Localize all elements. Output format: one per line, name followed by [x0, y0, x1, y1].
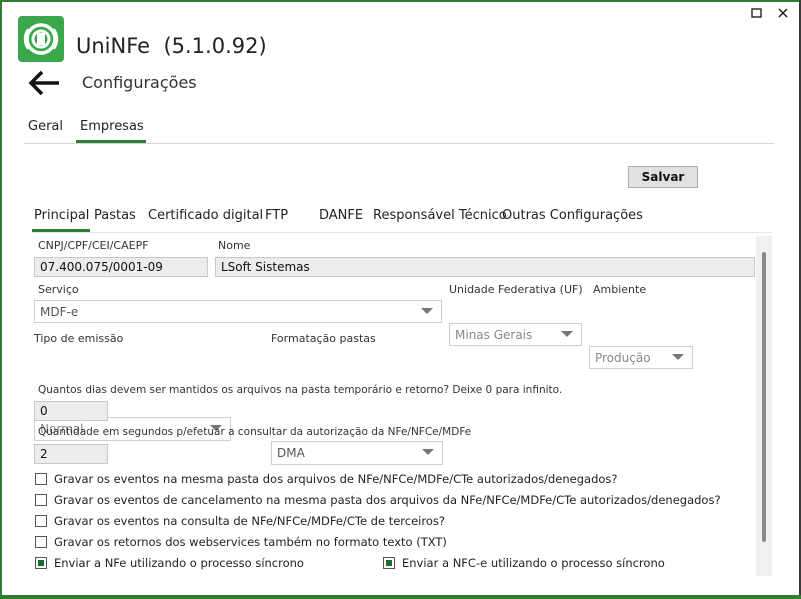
subtab-divider [32, 232, 772, 233]
window-border-bottom [0, 595, 801, 599]
page-title: Configurações [82, 73, 197, 92]
app-logo [18, 16, 64, 62]
checkbox-retornos-txt[interactable] [35, 536, 47, 548]
checkbox-label: Gravar os eventos na consulta de NFe/NFC… [54, 514, 445, 528]
checkbox-label: Gravar os retornos dos webservices també… [54, 535, 447, 549]
cnpj-label: CNPJ/CPF/CEI/CAEPF [38, 239, 149, 252]
uf-label: Unidade Federativa (UF) [449, 283, 583, 296]
cnpj-field[interactable]: 07.400.075/0001-09 [34, 257, 208, 277]
servico-select[interactable]: MDF-e [34, 300, 442, 323]
uninfe-logo-icon [23, 23, 59, 55]
close-icon [778, 8, 788, 18]
subtab-danfe[interactable]: DANFE [319, 208, 363, 223]
app-title: UniNFe (5.1.0.92) [76, 34, 267, 58]
subtab-certificado[interactable]: Certificado digital [148, 208, 263, 223]
chevron-down-icon [561, 331, 573, 337]
app-version: (5.1.0.92) [163, 34, 267, 58]
chevron-down-icon [422, 449, 434, 455]
checkbox-eventos-terceiros[interactable] [35, 515, 47, 527]
segundos-field[interactable]: 2 [34, 444, 108, 464]
ambiente-value: Produção [595, 350, 651, 365]
back-button[interactable] [28, 70, 62, 96]
checkbox-label: Enviar a NFe utilizando o processo síncr… [54, 556, 304, 570]
checkbox-eventos-mesma-pasta[interactable] [35, 473, 47, 485]
subtab-outras[interactable]: Outras Configurações [502, 208, 643, 223]
checkbox-label: Gravar os eventos na mesma pasta dos arq… [54, 472, 618, 486]
checkbox-nfce-sincrono[interactable] [383, 557, 395, 569]
maximize-button[interactable] [750, 6, 764, 20]
ambiente-label: Ambiente [593, 283, 647, 296]
uf-select[interactable]: Minas Gerais [449, 323, 582, 346]
window-border-left [0, 0, 2, 599]
checkbox-label: Gravar os eventos de cancelamento na mes… [54, 493, 721, 507]
servico-label: Serviço [38, 283, 79, 296]
formatacao-label: Formatação pastas [271, 332, 376, 345]
dias-field[interactable]: 0 [34, 401, 108, 421]
subtab-principal[interactable]: Principal [34, 208, 89, 223]
subtab-pastas[interactable]: Pastas [94, 208, 136, 223]
dias-label: Quantos dias devem ser mantidos os arqui… [38, 384, 563, 396]
maximize-icon [751, 8, 762, 18]
checkbox-label: Enviar a NFC-e utilizando o processo sín… [402, 556, 665, 570]
chevron-down-icon [421, 308, 433, 314]
formatacao-select[interactable]: DMA [271, 441, 443, 465]
nome-label: Nome [218, 239, 251, 252]
formatacao-value: DMA [277, 446, 305, 460]
uf-value: Minas Gerais [455, 327, 533, 342]
app-name: UniNFe [76, 34, 151, 58]
subtab-ftp[interactable]: FTP [265, 208, 288, 223]
servico-value: MDF-e [40, 304, 79, 319]
segundos-label: Quantidade em segundos p/efetuar a consu… [38, 426, 472, 438]
tab-divider [24, 143, 774, 144]
tab-empresas[interactable]: Empresas [80, 119, 144, 134]
close-button[interactable] [776, 6, 790, 20]
scrollbar-thumb[interactable] [762, 252, 766, 542]
subtab-responsavel[interactable]: Responsável Técnico [373, 208, 507, 223]
nome-field[interactable]: LSoft Sistemas [215, 257, 755, 277]
arrow-left-icon [28, 70, 59, 96]
tipo-emissao-label: Tipo de emissão [34, 332, 124, 345]
tab-geral[interactable]: Geral [28, 119, 63, 134]
ambiente-select[interactable]: Produção [589, 346, 693, 369]
checkbox-cancelamento-mesma-pasta[interactable] [35, 494, 47, 506]
save-button[interactable]: Salvar [628, 166, 698, 188]
window-border-top [0, 0, 801, 2]
checkbox-nfe-sincrono[interactable] [35, 557, 47, 569]
chevron-down-icon [672, 354, 684, 360]
